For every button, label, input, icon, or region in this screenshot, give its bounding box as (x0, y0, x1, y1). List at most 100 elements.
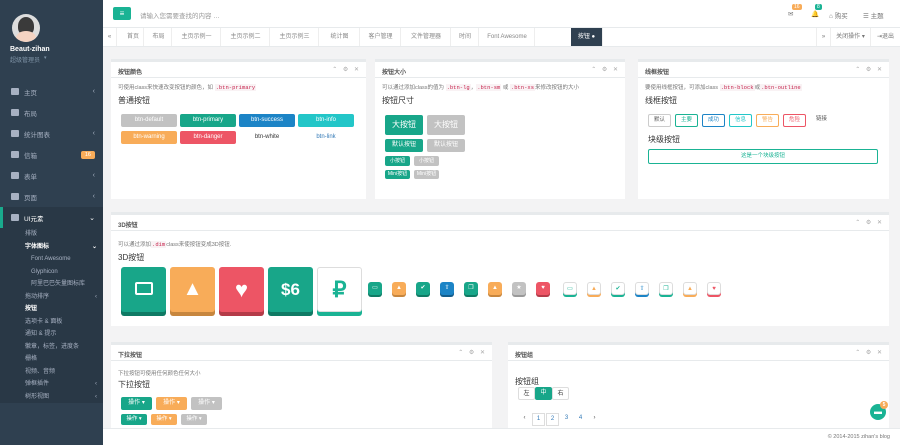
tab-graph[interactable]: 统计图 (320, 28, 360, 46)
sub-item-glyphicon[interactable]: Glyphicon (25, 266, 103, 279)
nav-theme[interactable]: ☰ 主题 (863, 10, 884, 20)
money-small-3d-button[interactable]: ▭ (368, 282, 382, 295)
panel-tools-icon[interactable]: ⌃ ⚙ ✕ (591, 66, 620, 73)
tab-index2[interactable]: 主页示例二 (222, 28, 270, 46)
sub-item-sortable[interactable]: 拖动排序 ‹ (25, 291, 103, 304)
sub-item-icons[interactable]: 字体图标 ⌄ (25, 241, 103, 254)
nav-buy[interactable]: ⌂ 购买 (829, 10, 848, 20)
sub-item-buttons[interactable]: 按钮 (25, 303, 103, 316)
btn-primary-button[interactable]: btn-primary (180, 114, 236, 127)
dollar-3d-button[interactable]: $6 (268, 267, 313, 312)
page-prev-button[interactable]: ‹ (518, 413, 531, 426)
profile-name[interactable]: Beaut-zihan (10, 46, 50, 53)
group-left-button[interactable]: 左 (518, 387, 535, 400)
outline-link-button[interactable]: 链接 (810, 114, 833, 127)
dropdown-warning-button[interactable]: 操作 ▾ (156, 397, 187, 410)
sub-item-tabs[interactable]: 选项卡 & 面板 (25, 316, 103, 329)
default-default-button[interactable]: 默认按钮 (427, 139, 465, 152)
page-3-button[interactable]: 3 (560, 413, 573, 426)
default-primary-button[interactable]: 默认按钮 (385, 139, 423, 152)
outline-danger-button[interactable]: 危险 (783, 114, 806, 127)
warning-outline-3d-button-2[interactable]: ▲ (683, 282, 697, 295)
tab-index3[interactable]: 主页示例三 (271, 28, 319, 46)
panel-tools-icon[interactable]: ⌃ ⚙ ✕ (458, 349, 487, 356)
large-default-button[interactable]: 大按钮 (427, 115, 465, 135)
dropdown-small-warning-button[interactable]: 操作 ▾ (151, 414, 177, 425)
dropdown-small-primary-button[interactable]: 操作 ▾ (121, 414, 147, 425)
heart-3d-button[interactable]: ♥ (219, 267, 264, 312)
sub-item-typography[interactable]: 排版 (25, 228, 103, 241)
upload-outline-3d-button[interactable]: ⇧ (635, 282, 649, 295)
panel-tools-icon[interactable]: ⌃ ⚙ ✕ (855, 66, 884, 73)
chevron-down-icon[interactable]: ▾ (44, 55, 47, 61)
sub-item-fontawesome[interactable]: Font Awesome (25, 253, 103, 266)
sub-item-grid[interactable]: 栅格 (25, 353, 103, 366)
sub-item-iconfont[interactable]: 阿里巴巴矢量图标库 (25, 278, 103, 291)
outline-info-button[interactable]: 信息 (729, 114, 752, 127)
page-2-button[interactable]: 2 (546, 413, 559, 426)
profile-role[interactable]: 超级管理员 (10, 55, 40, 64)
tab-prev-button[interactable]: « (103, 28, 117, 46)
copy-outline-3d-button[interactable]: ❐ (659, 282, 673, 295)
small-primary-button[interactable]: 小按钮 (385, 156, 410, 166)
panel-tools-icon[interactable]: ⌃ ⚙ ✕ (332, 66, 361, 73)
dropdown-small-default-button[interactable]: 操作 ▾ (181, 414, 207, 425)
group-right-button[interactable]: 右 (552, 387, 569, 400)
check-outline-3d-button[interactable]: ✔ (611, 282, 625, 295)
warning-small-3d-button-2[interactable]: ▲ (488, 282, 502, 295)
sidebar-item-charts[interactable]: 统计图表 ‹ (0, 123, 103, 144)
warning-3d-button[interactable]: ▲ (170, 267, 215, 312)
btn-link-button[interactable]: btn-link (298, 131, 354, 144)
copy-small-3d-button[interactable]: ❐ (464, 282, 478, 295)
tab-fontawesome[interactable]: Font Awesome (480, 28, 535, 46)
group-middle-button[interactable]: 中 (535, 387, 552, 400)
menu-toggle-button[interactable]: ≡ (113, 7, 131, 20)
warning-small-3d-button[interactable]: ▲ (392, 282, 406, 295)
dropdown-primary-button[interactable]: 操作 ▾ (121, 397, 152, 410)
tab-files[interactable]: 文件管理器 (402, 28, 451, 46)
block-button[interactable]: 这是一个块级按钮 (648, 149, 878, 164)
warning-outline-3d-button[interactable]: ▲ (587, 282, 601, 295)
sidebar-item-layout[interactable]: 布局 (0, 102, 103, 123)
sub-item-tree[interactable]: 树形视图 ‹ (25, 391, 103, 404)
large-primary-button[interactable]: 大按钮 (385, 115, 423, 135)
tab-buttons[interactable]: 按钮 ● (571, 28, 603, 46)
btn-success-button[interactable]: btn-success (239, 114, 295, 127)
page-1-button[interactable]: 1 (532, 413, 545, 426)
money-outline-3d-button[interactable]: ▭ (563, 282, 577, 295)
tab-options-dropdown[interactable]: 关闭操作 ▾ (830, 28, 870, 46)
panel-tools-icon[interactable]: ⌃ ⚙ ✕ (855, 349, 884, 356)
page-next-button[interactable]: › (588, 413, 601, 426)
btn-warning-button[interactable]: btn-warning (121, 131, 177, 144)
tab-layout[interactable]: 布局 (146, 28, 172, 46)
sidebar-item-home[interactable]: 主页 ‹ (0, 81, 103, 102)
btn-danger-button[interactable]: btn-danger (180, 131, 236, 144)
sidebar-item-pages[interactable]: 页面 ‹ (0, 186, 103, 207)
page-4-button[interactable]: 4 (574, 413, 587, 426)
mini-default-button[interactable]: Mini按钮 (414, 170, 439, 179)
outline-default-button[interactable]: 默认 (648, 114, 671, 127)
sub-item-badges[interactable]: 徽章，标签，进度条 (25, 341, 103, 354)
outline-warning-button[interactable]: 警告 (756, 114, 779, 127)
heart-small-3d-button[interactable]: ♥ (536, 282, 550, 295)
check-small-3d-button[interactable]: ✔ (416, 282, 430, 295)
tab-customer[interactable]: 客户管理 (361, 28, 401, 46)
sidebar-item-ui[interactable]: UI元素 ⌄ (0, 207, 103, 228)
outline-primary-button[interactable]: 主要 (675, 114, 698, 127)
logout-button[interactable]: ⇥退出 (870, 28, 900, 46)
sub-item-media[interactable]: 视频、音频 (25, 366, 103, 379)
outline-success-button[interactable]: 成功 (702, 114, 725, 127)
panel-tools-icon[interactable]: ⌃ ⚙ ✕ (855, 219, 884, 226)
btn-info-button[interactable]: btn-info (298, 114, 354, 127)
tab-time[interactable]: 时间 (452, 28, 479, 46)
chat-button[interactable]: ▬ 5 (870, 401, 888, 420)
avatar[interactable] (12, 14, 40, 42)
tab-home[interactable]: 首页 (123, 28, 144, 46)
mini-primary-button[interactable]: Mini按钮 (385, 170, 410, 179)
envelope-icon[interactable]: ✉ (788, 10, 793, 18)
bell-icon[interactable]: 🔔 (811, 10, 819, 18)
btn-default-button[interactable]: btn-default (121, 114, 177, 127)
upload-small-3d-button[interactable]: ⇧ (440, 282, 454, 295)
search-input[interactable]: 请输入您需要查找的内容 … (140, 10, 220, 20)
money-3d-button[interactable] (121, 267, 166, 312)
